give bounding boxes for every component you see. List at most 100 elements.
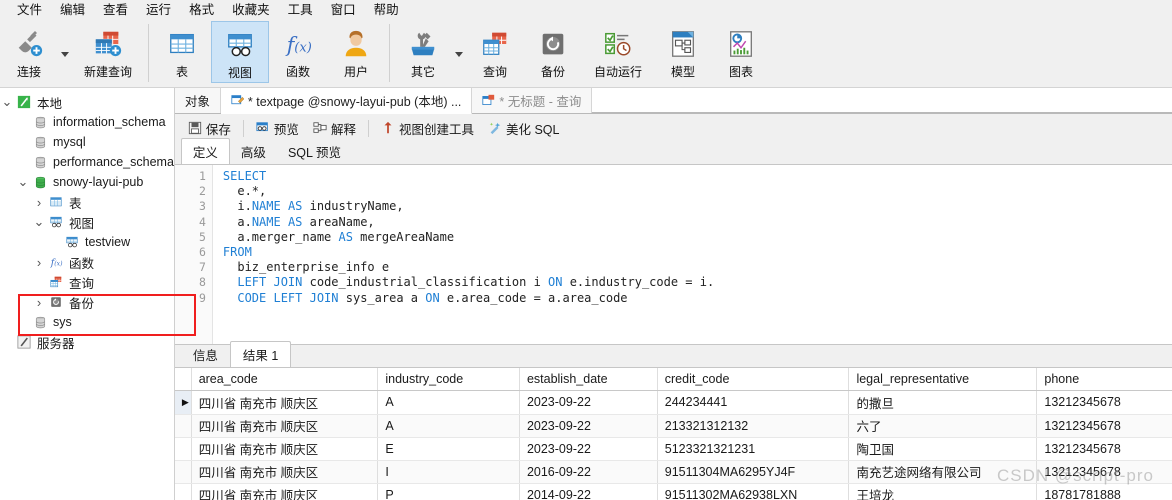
tree-node-服务器[interactable]: 服务器 bbox=[0, 332, 174, 352]
toolbar-button-query[interactable]: 查询 bbox=[466, 21, 524, 85]
row-marker[interactable] bbox=[174, 414, 192, 438]
menu-item-1[interactable]: 编辑 bbox=[51, 0, 94, 21]
cell-legal_representative[interactable]: 六了 bbox=[848, 414, 1038, 438]
tree-node-sys[interactable]: sys bbox=[0, 312, 174, 332]
editor-tab-SQL 预览[interactable]: SQL 预览 bbox=[276, 139, 352, 164]
chevron-down-icon[interactable] bbox=[61, 51, 69, 57]
cell-area_code[interactable]: 四川省 南充市 顺庆区 bbox=[191, 390, 379, 415]
cell-credit_code[interactable]: 5123321321231 bbox=[657, 437, 850, 461]
result-tab-信息[interactable]: 信息 bbox=[181, 342, 230, 367]
tree-node-snowy-layui-pub[interactable]: ⌄ snowy-layui-pub bbox=[0, 172, 174, 192]
row-marker[interactable] bbox=[174, 483, 192, 500]
view-builder-button[interactable]: 视图创建工具 bbox=[374, 117, 481, 140]
column-header-legal_representative[interactable]: legal_representative bbox=[848, 368, 1038, 391]
cell-establish_date[interactable]: 2016-09-22 bbox=[519, 460, 658, 484]
table-row[interactable]: 四川省 南充市 顺庆区 A 2023-09-22 213321312132 六了 1321… bbox=[174, 414, 1172, 438]
explain-button[interactable]: 解释 bbox=[306, 117, 363, 140]
result-tab-结果 1[interactable]: 结果 1 bbox=[229, 341, 292, 368]
cell-legal_representative[interactable]: 陶卫国 bbox=[848, 437, 1038, 461]
cell-area_code[interactable]: 四川省 南充市 顺庆区 bbox=[191, 414, 379, 438]
tree-node-本地[interactable]: ⌄ 本地 bbox=[0, 92, 174, 112]
save-button[interactable]: 保存 bbox=[181, 117, 238, 140]
toolbar-button-model[interactable]: 模型 bbox=[654, 21, 712, 85]
cell-industry_code[interactable]: A bbox=[377, 390, 520, 415]
cell-legal_representative[interactable]: 南充艺途网络有限公司 bbox=[848, 460, 1038, 484]
cell-area_code[interactable]: 四川省 南充市 顺庆区 bbox=[191, 437, 379, 461]
cell-establish_date[interactable]: 2023-09-22 bbox=[519, 437, 658, 461]
tree-node-查询[interactable]: 查询 bbox=[0, 272, 174, 292]
cell-industry_code[interactable]: P bbox=[377, 483, 520, 500]
toolbar-button-view[interactable]: 视图 bbox=[211, 21, 269, 83]
chevron-right-icon[interactable]: › bbox=[32, 195, 46, 210]
chevron-down-icon[interactable]: ⌄ bbox=[32, 215, 46, 228]
chevron-down-icon[interactable]: ⌄ bbox=[0, 95, 14, 108]
column-header-industry_code[interactable]: industry_code bbox=[377, 368, 520, 391]
tree-node-testview[interactable]: testview bbox=[0, 232, 174, 252]
table-row[interactable]: 四川省 南充市 顺庆区 E 2023-09-22 5123321321231 陶卫国 13… bbox=[174, 437, 1172, 461]
menu-item-0[interactable]: 文件 bbox=[8, 0, 51, 21]
chevron-right-icon[interactable]: › bbox=[32, 255, 46, 270]
menu-item-7[interactable]: 窗口 bbox=[322, 0, 365, 21]
cell-establish_date[interactable]: 2014-09-22 bbox=[519, 483, 658, 500]
row-marker[interactable]: ▶ bbox=[174, 390, 192, 415]
cell-establish_date[interactable]: 2023-09-22 bbox=[519, 414, 658, 438]
cell-credit_code[interactable]: 244234441 bbox=[657, 390, 850, 415]
toolbar-button-automation[interactable]: 自动运行 bbox=[582, 21, 654, 85]
toolbar-button-other-tools[interactable]: 其它 bbox=[394, 21, 452, 85]
menu-item-6[interactable]: 工具 bbox=[279, 0, 322, 21]
menu-item-2[interactable]: 查看 bbox=[94, 0, 137, 21]
tab-view-designer[interactable]: * textpage @snowy-layui-pub (本地) ... bbox=[220, 88, 473, 114]
cell-area_code[interactable]: 四川省 南充市 顺庆区 bbox=[191, 483, 379, 500]
tree-node-视图[interactable]: ⌄ 视图 bbox=[0, 212, 174, 232]
toolbar-button-new-query[interactable]: 新建查询 bbox=[72, 21, 144, 85]
tree-node-performance_schema[interactable]: performance_schema bbox=[0, 152, 174, 172]
tree-node-mysql[interactable]: mysql bbox=[0, 132, 174, 152]
cell-phone[interactable]: 18781781888 bbox=[1036, 483, 1172, 500]
tree-node-函数[interactable]: › f (x) 函数 bbox=[0, 252, 174, 272]
column-header-establish_date[interactable]: establish_date bbox=[519, 368, 658, 391]
menu-item-4[interactable]: 格式 bbox=[180, 0, 223, 21]
result-grid[interactable]: area_code industry_code establish_date cred… bbox=[174, 367, 1172, 500]
cell-area_code[interactable]: 四川省 南充市 顺庆区 bbox=[191, 460, 379, 484]
cell-industry_code[interactable]: E bbox=[377, 437, 520, 461]
tree-node-information_schema[interactable]: information_schema bbox=[0, 112, 174, 132]
menu-item-8[interactable]: 帮助 bbox=[365, 0, 408, 21]
toolbar-button-connection[interactable]: 连接 bbox=[0, 21, 58, 85]
table-row[interactable]: ▶ 四川省 南充市 顺庆区 A 2023-09-22 244234441 的撒旦 13212… bbox=[174, 390, 1172, 415]
toolbar-button-function[interactable]: f (x) 函数 bbox=[269, 21, 327, 85]
sql-editor[interactable]: 123456789 SELECT e.*, i.NAME AS industry… bbox=[174, 164, 1172, 344]
chevron-down-icon[interactable]: ⌄ bbox=[16, 175, 30, 188]
cell-phone[interactable]: 13212345678 bbox=[1036, 390, 1172, 415]
editor-tab-定义[interactable]: 定义 bbox=[180, 138, 230, 165]
cell-phone[interactable]: 13212345678 bbox=[1036, 414, 1172, 438]
tree-node-表[interactable]: › 表 bbox=[0, 192, 174, 212]
column-header-credit_code[interactable]: credit_code bbox=[657, 368, 850, 391]
cell-legal_representative[interactable]: 的撒旦 bbox=[848, 390, 1038, 415]
tree-node-备份[interactable]: › 备份 bbox=[0, 292, 174, 312]
table-row[interactable]: 四川省 南充市 顺庆区 P 2014-09-22 91511302MA62938LXN… bbox=[174, 483, 1172, 500]
toolbar-button-table[interactable]: 表 bbox=[153, 21, 211, 85]
cell-credit_code[interactable]: 91511302MA62938LXN bbox=[657, 483, 850, 500]
row-marker[interactable] bbox=[174, 460, 192, 484]
tab-untitled-query[interactable]: * 无标题 - 查询 bbox=[472, 88, 593, 113]
chevron-right-icon[interactable]: › bbox=[32, 295, 46, 310]
chevron-down-icon[interactable] bbox=[455, 51, 463, 57]
menu-item-5[interactable]: 收藏夹 bbox=[223, 0, 279, 21]
toolbar-button-chart[interactable]: 图表 bbox=[712, 21, 770, 85]
toolbar-button-user[interactable]: 用户 bbox=[327, 21, 385, 85]
row-marker[interactable] bbox=[174, 437, 192, 461]
cell-credit_code[interactable]: 213321312132 bbox=[657, 414, 850, 438]
cell-industry_code[interactable]: I bbox=[377, 460, 520, 484]
cell-phone[interactable]: 13212345678 bbox=[1036, 460, 1172, 484]
cell-legal_representative[interactable]: 王培龙 bbox=[848, 483, 1038, 500]
preview-button[interactable]: 预览 bbox=[249, 117, 306, 140]
column-header-area_code[interactable]: area_code bbox=[191, 368, 379, 391]
tab-object[interactable]: 对象 bbox=[174, 88, 221, 113]
cell-credit_code[interactable]: 91511304MA6295YJ4F bbox=[657, 460, 850, 484]
toolbar-button-backup[interactable]: 备份 bbox=[524, 21, 582, 85]
table-row[interactable]: 四川省 南充市 顺庆区 I 2016-09-22 91511304MA6295YJ4F… bbox=[174, 460, 1172, 484]
cell-industry_code[interactable]: A bbox=[377, 414, 520, 438]
object-tree-sidebar[interactable]: ⌄ 本地 information_schema mysql performanc… bbox=[0, 88, 196, 500]
editor-tab-高级[interactable]: 高级 bbox=[229, 139, 277, 164]
cell-establish_date[interactable]: 2023-09-22 bbox=[519, 390, 658, 415]
